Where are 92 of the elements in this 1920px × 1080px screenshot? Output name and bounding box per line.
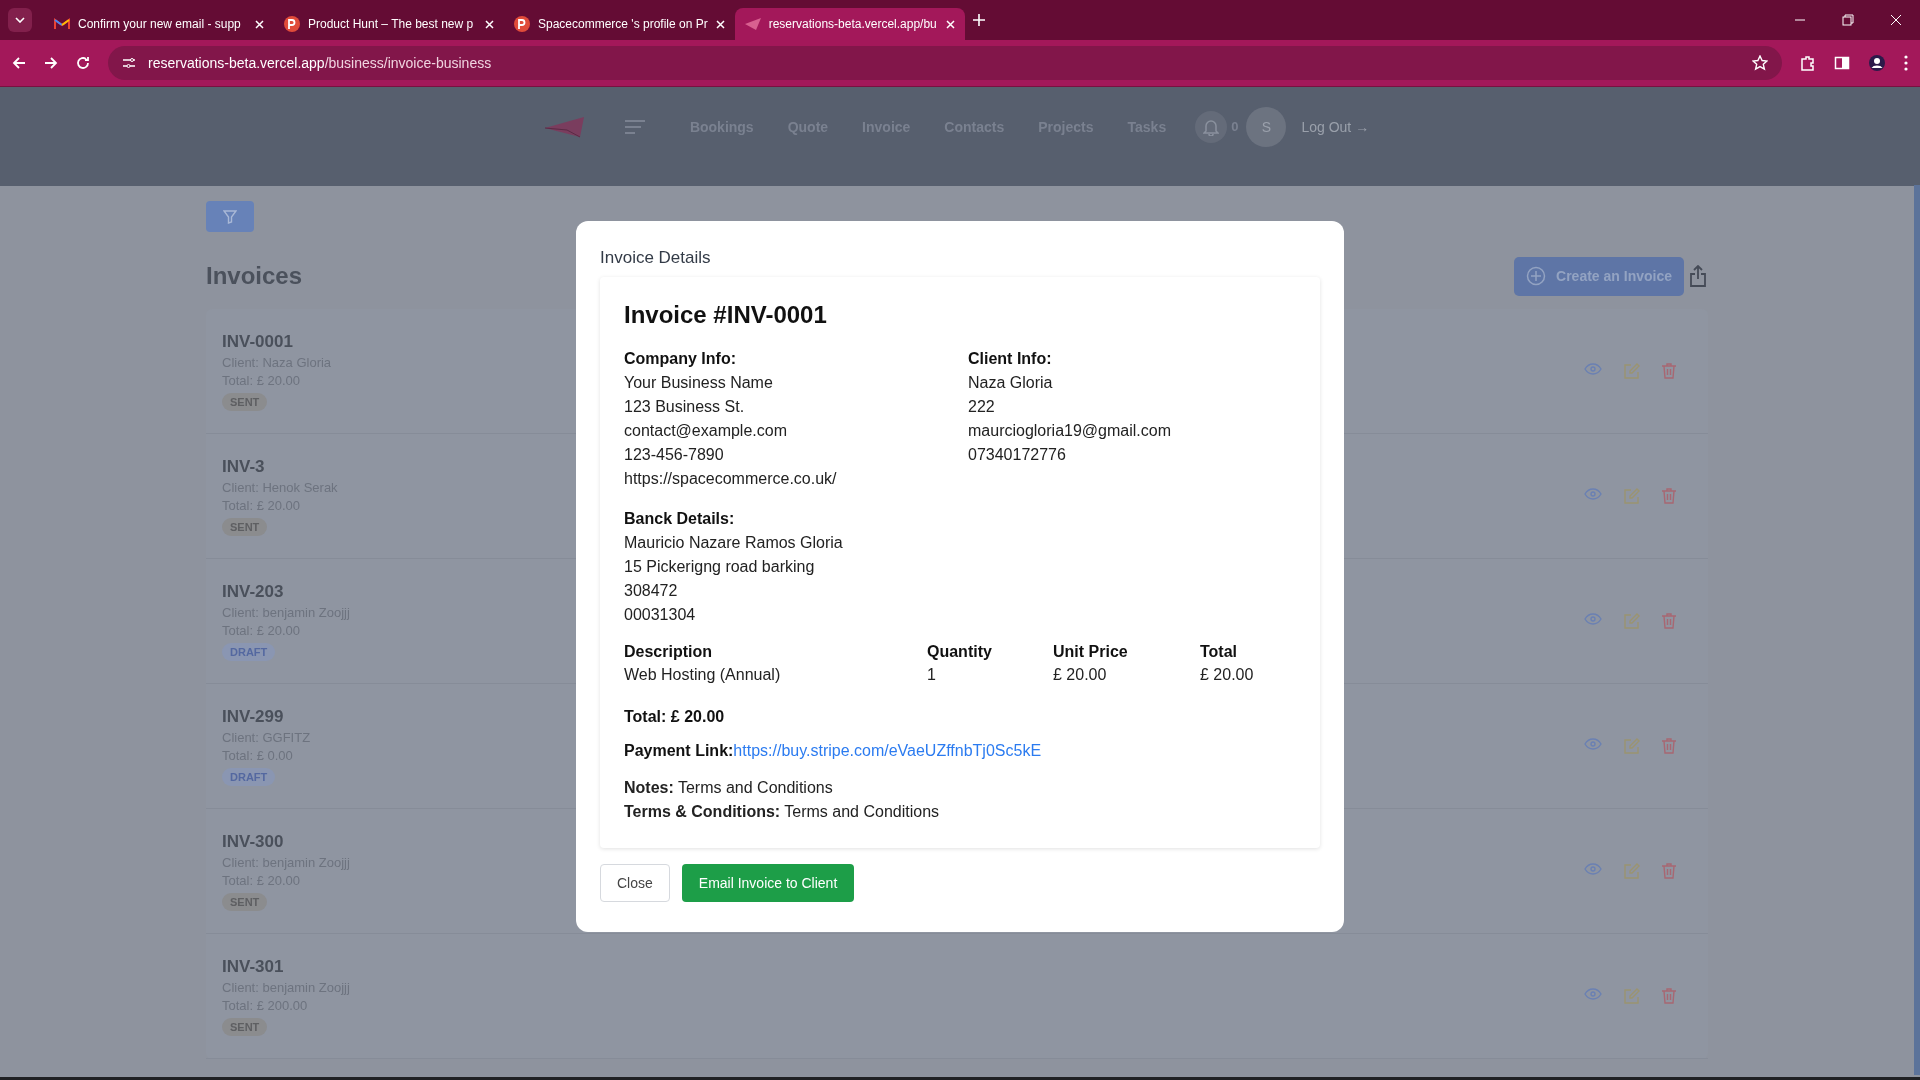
company-detail: https://spacecommerce.co.uk/ — [624, 469, 838, 489]
page-title: Invoices — [206, 262, 304, 290]
site-settings-icon[interactable] — [122, 57, 136, 69]
close-icon[interactable] — [485, 19, 494, 29]
table-cell-text: Web Hosting (Annual) — [624, 665, 782, 684]
company-detail: Your Business Name — [624, 373, 774, 393]
close-button[interactable]: Close — [600, 864, 670, 902]
column-header: Total — [1200, 643, 1239, 662]
trash-icon[interactable] — [1662, 363, 1676, 379]
edit-icon[interactable] — [1624, 613, 1640, 629]
eye-icon[interactable] — [1584, 488, 1602, 500]
bank-detail: 00031304 — [624, 605, 697, 625]
extensions-icon[interactable] — [1800, 55, 1816, 71]
plus-circle-icon — [1526, 266, 1547, 286]
p-logo-icon — [284, 16, 300, 32]
column-header: Unit Price — [1053, 643, 1200, 663]
table-cell: 1 — [927, 663, 1053, 684]
browser-tab[interactable]: Confirm your new email - supp — [44, 8, 274, 40]
company-detail: 123-456-7890 — [624, 445, 725, 465]
email-invoice-button[interactable]: Email Invoice to Client — [681, 864, 855, 902]
invoice-number: INV-299 — [222, 706, 284, 727]
section-label: Banck Details: — [624, 509, 736, 529]
paper-plane-logo-icon[interactable] — [544, 115, 585, 138]
invoice-number: INV-301 — [222, 956, 284, 977]
back-icon[interactable] — [12, 56, 26, 70]
tab-search-button[interactable] — [8, 8, 32, 32]
eye-icon[interactable] — [1584, 363, 1602, 375]
trash-icon[interactable] — [1662, 863, 1676, 879]
invoice-number: INV-0001 — [222, 331, 293, 352]
company-detail: contact@example.com — [624, 421, 788, 441]
edit-icon[interactable] — [1624, 738, 1640, 754]
mail-icon — [54, 18, 70, 30]
column-header: Description — [624, 643, 927, 663]
menu-icon[interactable] — [1904, 55, 1908, 71]
side-panel-icon[interactable] — [1834, 55, 1850, 71]
eye-icon[interactable] — [1584, 613, 1602, 625]
browser-tab[interactable]: reservations-beta.vercel.app/bu — [734, 8, 965, 40]
chevron-down-icon — [15, 17, 25, 23]
trash-icon[interactable] — [1662, 613, 1676, 629]
company-detail: 123 Business St. — [624, 397, 746, 417]
edit-icon[interactable] — [1624, 988, 1640, 1004]
forward-icon[interactable] — [44, 56, 58, 70]
invoice-heading: Invoice #INV-0001 — [624, 301, 828, 329]
star-icon[interactable] — [1752, 55, 1768, 71]
edit-icon[interactable] — [1624, 363, 1640, 379]
close-icon[interactable] — [1890, 14, 1902, 26]
new-tab-icon[interactable] — [972, 14, 985, 26]
table-cell-text: £ 20.00 — [1200, 665, 1255, 684]
trash-icon[interactable] — [1662, 488, 1676, 504]
trash-icon[interactable] — [1662, 738, 1676, 754]
client-detail: 222 — [968, 397, 996, 417]
grand-total: Total: £ 20.00 — [624, 708, 726, 726]
notification-bell-icon[interactable] — [1195, 110, 1228, 143]
paper-plane-icon — [744, 18, 761, 30]
payment-label: Payment Link: — [624, 742, 734, 759]
close-icon[interactable] — [715, 19, 725, 29]
bank-detail: 15 Pickerigng road barking — [624, 557, 816, 577]
eye-icon[interactable] — [1584, 988, 1602, 1000]
client-detail: maurciogloria19@gmail.com — [968, 421, 1172, 441]
section-label: Client Info: — [968, 349, 1053, 369]
eye-icon[interactable] — [1584, 863, 1602, 875]
address-bar[interactable]: reservations-beta.vercel.app/business/invoice-business — [108, 46, 1782, 80]
invoice-number: INV-300 — [222, 831, 284, 852]
reload-icon[interactable] — [76, 56, 90, 70]
client-detail: 07340172776 — [968, 445, 1067, 465]
edit-icon[interactable] — [1624, 488, 1640, 504]
share-icon[interactable] — [1688, 265, 1708, 287]
section-label: Company Info: — [624, 349, 737, 369]
invoice-number: INV-3 — [222, 456, 265, 477]
table-cell: £ 20.00 — [1053, 663, 1200, 684]
column-header: Quantity — [927, 643, 1053, 663]
bank-detail: 308472 — [624, 581, 679, 601]
filter-button[interactable] — [206, 201, 254, 232]
p-logo-icon — [514, 16, 530, 32]
filter-icon — [223, 209, 237, 224]
logout-link[interactable]: Log Out → — [1295, 117, 1376, 136]
bank-detail: Mauricio Nazare Ramos Gloria — [624, 533, 844, 553]
dialog-title: Invoice Details — [600, 248, 712, 268]
eye-icon[interactable] — [1584, 738, 1602, 750]
trash-icon[interactable] — [1662, 988, 1676, 1004]
client-detail: Naza Gloria — [968, 373, 1054, 393]
notes-text: Notes: Terms and Conditions — [624, 778, 834, 798]
browser-tab[interactable]: Spacecommerce 's profile on Pr — [504, 8, 735, 40]
browser-tab[interactable]: Product Hunt – The best new p — [274, 8, 504, 40]
edit-icon[interactable] — [1624, 863, 1640, 879]
profile-icon[interactable] — [1868, 54, 1886, 72]
close-icon[interactable] — [945, 19, 955, 29]
payment-link[interactable]: https://buy.stripe.com/eVaeUZffnbTj0Sc5kE — [733, 742, 1042, 759]
invoice-number: INV-203 — [222, 581, 284, 602]
close-icon[interactable] — [255, 19, 264, 29]
terms-text: Terms & Conditions: Terms and Conditions — [624, 802, 941, 822]
restore-icon[interactable] — [1842, 14, 1854, 26]
